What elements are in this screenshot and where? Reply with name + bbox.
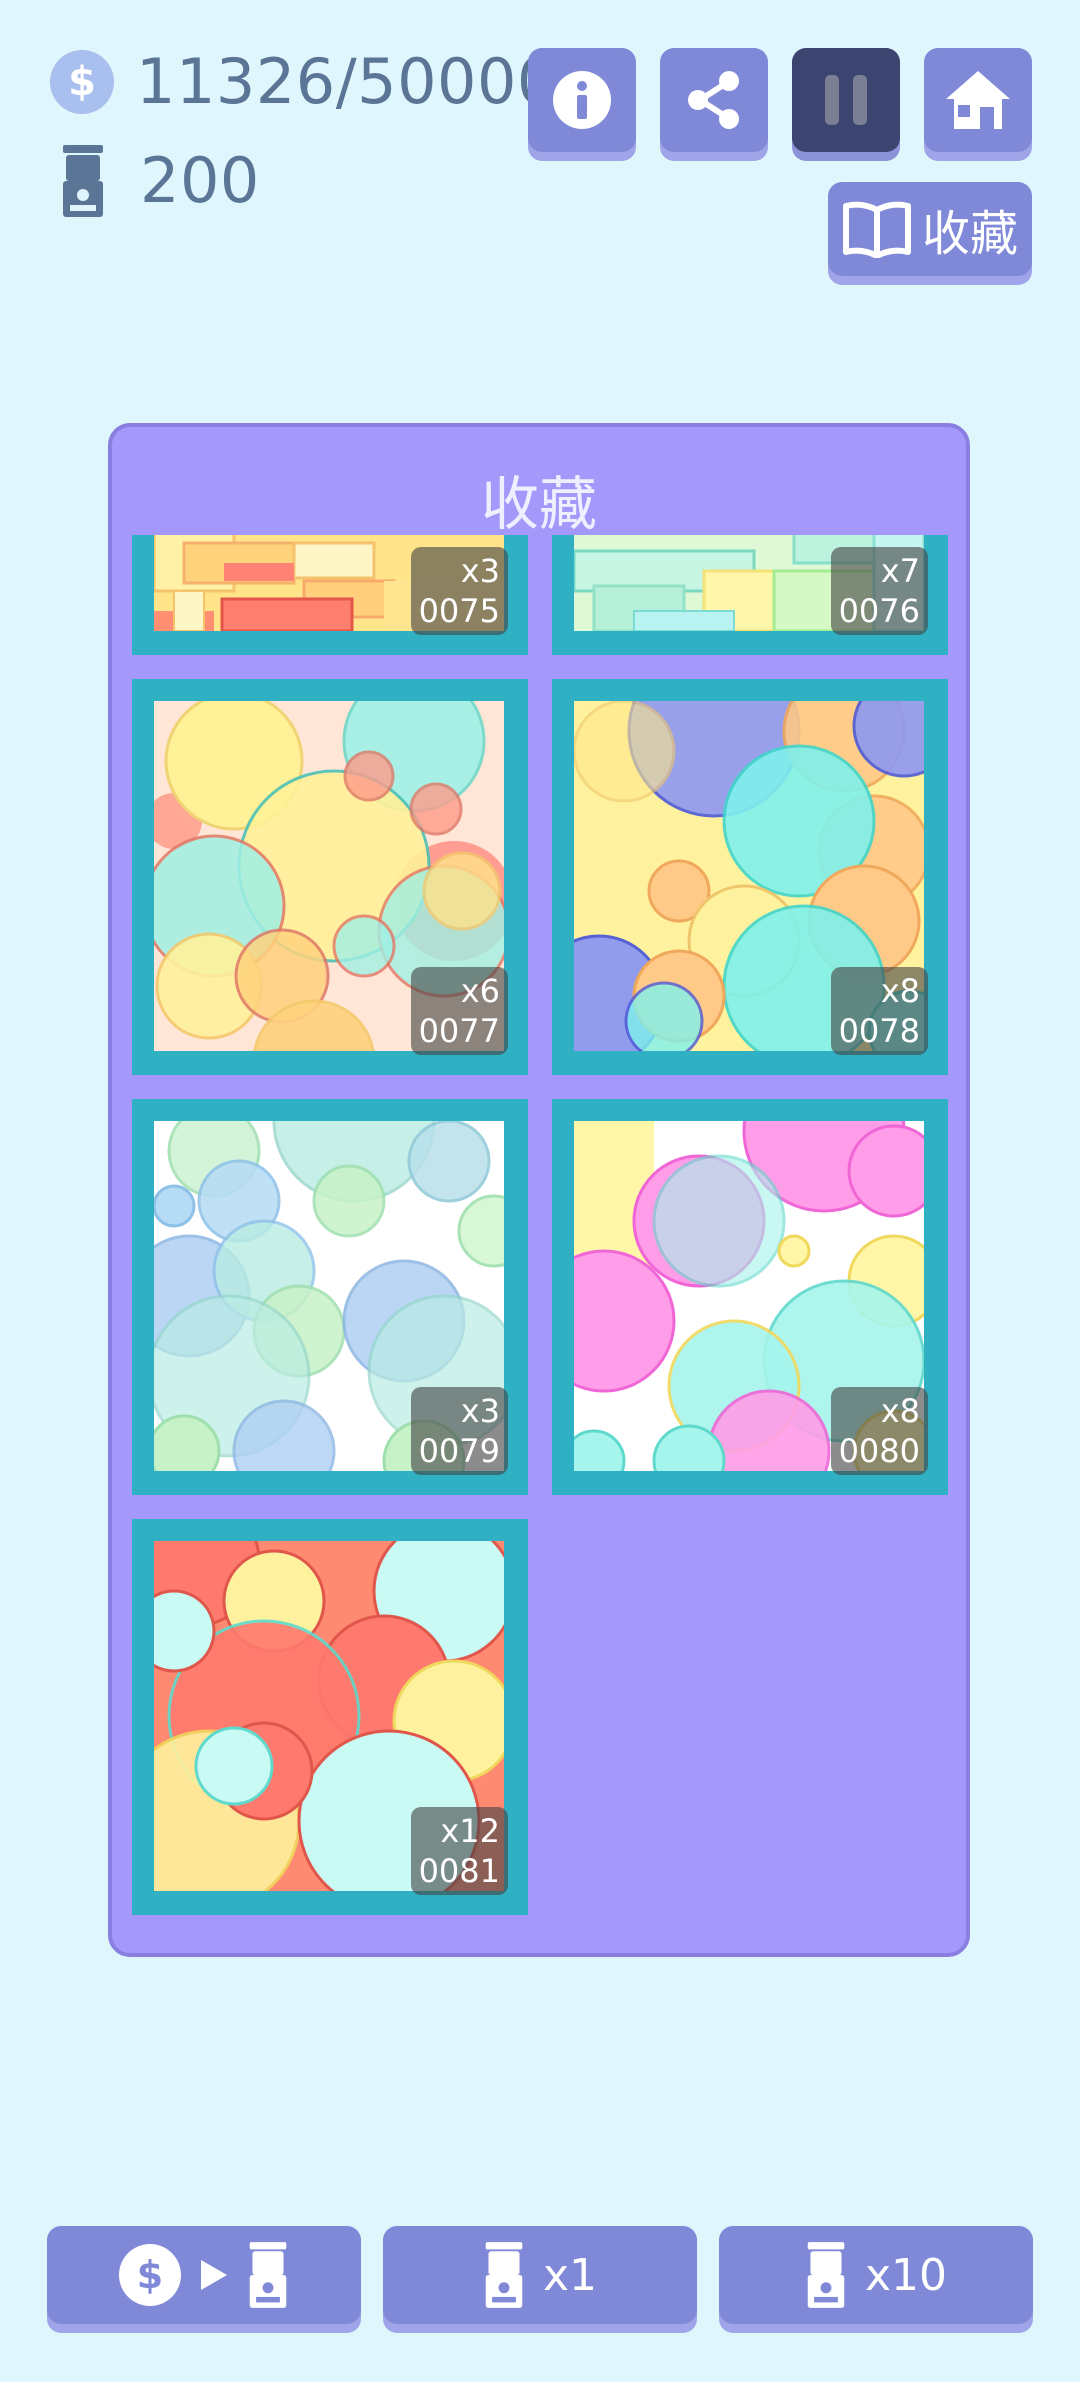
item-count: x7 xyxy=(880,552,920,590)
pause-icon xyxy=(825,75,867,125)
arrow-right-icon xyxy=(201,2260,227,2290)
collection-item[interactable]: x7 0076 xyxy=(552,535,948,655)
coin-icon: $ xyxy=(50,50,114,114)
collection-item[interactable]: x6 0077 xyxy=(132,679,528,1075)
item-count: x8 xyxy=(880,972,920,1010)
item-id: 0081 xyxy=(418,1852,500,1890)
book-icon xyxy=(842,201,911,258)
coin-counter: $ 11326/50000 xyxy=(50,50,557,114)
item-badge: x6 0077 xyxy=(410,967,508,1055)
draw-one-button[interactable]: x1 xyxy=(383,2226,697,2324)
machine-value: 200 xyxy=(140,144,260,217)
item-count: x3 xyxy=(460,552,500,590)
item-count: x6 xyxy=(460,972,500,1010)
item-id: 0077 xyxy=(418,1012,500,1050)
collection-item[interactable]: x3 0075 xyxy=(132,535,528,655)
exchange-coins-button[interactable]: $ xyxy=(47,2226,361,2324)
collection-button[interactable]: 收藏 xyxy=(828,182,1032,276)
coin-value: 11326/50000 xyxy=(136,45,557,118)
home-icon xyxy=(946,71,1010,129)
draw-one-label: x1 xyxy=(542,2249,598,2301)
item-id: 0080 xyxy=(838,1432,920,1470)
item-badge: x8 0078 xyxy=(830,967,928,1055)
item-id: 0076 xyxy=(838,592,920,630)
info-button[interactable] xyxy=(528,48,636,152)
item-id: 0079 xyxy=(418,1432,500,1470)
gacha-machine-icon xyxy=(249,2242,287,2308)
coin-icon: $ xyxy=(119,2244,181,2306)
item-badge: x3 0079 xyxy=(410,1387,508,1475)
gacha-machine-icon xyxy=(485,2242,523,2308)
pause-button[interactable] xyxy=(792,48,900,152)
gacha-machine-icon xyxy=(807,2242,845,2308)
share-button[interactable] xyxy=(660,48,768,152)
machine-counter: 200 xyxy=(60,145,260,217)
item-count: x3 xyxy=(460,1392,500,1430)
collection-panel: 收藏 x3 0075 x7 0076 x6 0077 x8 0078 x3 00… xyxy=(108,423,970,1957)
item-badge: x12 0081 xyxy=(410,1807,508,1895)
collection-label: 收藏 xyxy=(921,206,1018,262)
collection-item[interactable]: x8 0078 xyxy=(552,679,948,1075)
panel-title: 收藏 xyxy=(480,470,597,538)
collection-item[interactable]: x12 0081 xyxy=(132,1519,528,1915)
draw-ten-label: x10 xyxy=(864,2249,948,2301)
item-badge: x8 0080 xyxy=(830,1387,928,1475)
item-count: x8 xyxy=(880,1392,920,1430)
collection-item[interactable]: x3 0079 xyxy=(132,1099,528,1495)
draw-ten-button[interactable]: x10 xyxy=(719,2226,1033,2324)
item-id: 0075 xyxy=(418,592,500,630)
collection-item[interactable]: x8 0080 xyxy=(552,1099,948,1495)
collection-grid[interactable]: x3 0075 x7 0076 x6 0077 x8 0078 x3 0079 … xyxy=(132,535,950,1955)
share-icon xyxy=(688,71,739,129)
item-badge: x7 0076 xyxy=(830,547,928,635)
gacha-machine-icon xyxy=(63,145,103,217)
info-icon xyxy=(553,71,611,129)
item-count: x12 xyxy=(440,1812,500,1850)
item-id: 0078 xyxy=(838,1012,920,1050)
item-badge: x3 0075 xyxy=(410,547,508,635)
home-button[interactable] xyxy=(924,48,1032,152)
